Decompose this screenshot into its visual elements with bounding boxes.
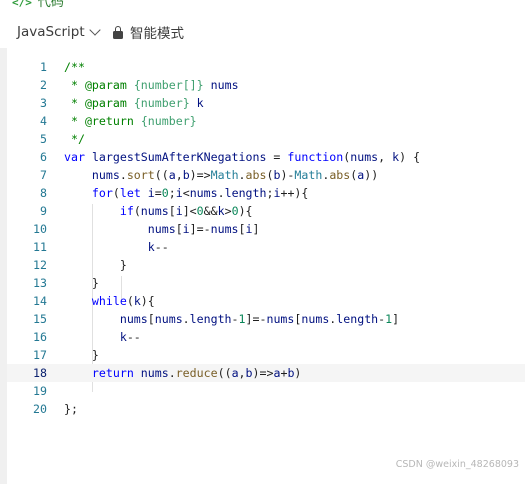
code-text: nums[i]=-nums[i] xyxy=(147,222,260,236)
code-line[interactable]: 12 } xyxy=(7,256,525,274)
code-text: nums[nums.length-1]=-nums[nums.length-1] xyxy=(119,312,400,326)
line-number: 16 xyxy=(33,330,47,344)
panel-header: </> 代码 xyxy=(0,0,525,8)
code-text: } xyxy=(64,276,99,290)
code-line[interactable]: 16 k-- xyxy=(7,328,525,346)
line-number: 1 xyxy=(40,60,47,74)
line-number: 6 xyxy=(40,150,47,164)
code-line[interactable]: 20}; xyxy=(7,400,525,418)
code-text: } xyxy=(64,348,99,362)
code-icon: </> xyxy=(12,0,32,8)
line-number: 9 xyxy=(40,204,47,218)
code-text: var largestSumAfterKNegations = function… xyxy=(64,150,421,164)
code-editor[interactable]: 1/** 2 * @param {number[]} nums 3 * @param… xyxy=(7,48,525,484)
code-line[interactable]: 7 nums.sort((a,b)=>Math.abs(b)-Math.abs(… xyxy=(7,166,525,184)
code-line[interactable]: 5 */ xyxy=(7,130,525,148)
code-text: if(nums[i]<0&&k>0){ xyxy=(119,204,253,218)
code-line[interactable]: 8 for(let i=0;i<nums.length;i++){ xyxy=(7,184,525,202)
editor-toolbar: JavaScript 智能模式 xyxy=(0,14,525,49)
code-line[interactable]: 13 } xyxy=(7,274,525,292)
code-line[interactable]: 9 if(nums[i]<0&&k>0){ xyxy=(7,202,525,220)
line-number: 14 xyxy=(33,294,47,308)
code-line[interactable]: 15 nums[nums.length-1]=-nums[nums.length… xyxy=(7,310,525,328)
code-text: * @param {number} k xyxy=(64,96,204,110)
line-number: 17 xyxy=(33,348,47,362)
language-select[interactable]: JavaScript xyxy=(17,23,101,41)
code-text: } xyxy=(64,258,127,272)
line-number: 3 xyxy=(40,96,47,110)
code-line[interactable]: 3 * @param {number} k xyxy=(7,94,525,112)
line-number: 8 xyxy=(40,186,47,200)
code-line[interactable]: 17 } xyxy=(7,346,525,364)
code-line[interactable]: 14 while(k){ xyxy=(7,292,525,310)
code-line[interactable]: 18 return nums.reduce((a,b)=>a+b) xyxy=(7,364,525,382)
line-number: 11 xyxy=(33,240,47,254)
line-number: 12 xyxy=(33,258,47,272)
code-text: * @param {number[]} nums xyxy=(64,78,239,92)
watermark: CSDN @weixin_48268093 xyxy=(395,459,519,470)
code-line[interactable]: 10 nums[i]=-nums[i] xyxy=(7,220,525,238)
code-text: */ xyxy=(64,132,85,146)
code-text: * @return {number} xyxy=(64,114,197,128)
line-number: 19 xyxy=(33,384,47,398)
code-line[interactable]: 6 var largestSumAfterKNegations = functio… xyxy=(7,148,525,166)
code-tab[interactable]: </> 代码 xyxy=(12,0,64,8)
language-select-label: JavaScript xyxy=(17,24,85,40)
code-line[interactable]: 1 /** xyxy=(7,58,525,76)
line-number: 7 xyxy=(40,168,47,182)
left-panel-edge xyxy=(0,48,7,484)
code-line[interactable]: 2 * @param {number[]} nums xyxy=(7,76,525,94)
code-text: /** xyxy=(64,60,85,74)
code-line[interactable]: 4 * @return {number} xyxy=(7,112,525,130)
code-line[interactable]: 19 xyxy=(7,382,525,400)
lock-icon xyxy=(113,25,123,39)
code-text: nums.sort((a,b)=>Math.abs(b)-Math.abs(a)… xyxy=(91,168,379,182)
code-text: for(let i=0;i<nums.length;i++){ xyxy=(91,186,309,200)
code-text: while(k){ xyxy=(91,294,155,308)
line-number: 2 xyxy=(40,78,47,92)
line-number: 13 xyxy=(33,276,47,290)
line-number: 5 xyxy=(40,132,47,146)
line-number: 10 xyxy=(33,222,47,236)
code-text: k-- xyxy=(119,330,141,344)
line-number: 15 xyxy=(33,312,47,326)
smart-mode-label: 智能模式 xyxy=(130,26,184,42)
line-number: 20 xyxy=(33,402,47,416)
code-text: k-- xyxy=(147,240,169,254)
chevron-down-icon xyxy=(89,24,101,36)
code-line[interactable]: 11 k-- xyxy=(7,238,525,256)
code-text: }; xyxy=(64,402,78,416)
smart-mode-indicator[interactable]: 智能模式 xyxy=(113,23,184,42)
line-number: 4 xyxy=(40,114,47,128)
line-number: 18 xyxy=(33,366,47,380)
code-text: return nums.reduce((a,b)=>a+b) xyxy=(91,366,302,380)
code-tab-label: 代码 xyxy=(37,0,64,8)
